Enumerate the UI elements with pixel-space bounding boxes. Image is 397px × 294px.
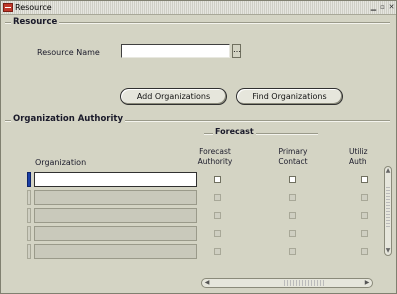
org-authority-heading: Organization Authority xyxy=(11,114,126,124)
col-header-forecast-authority: Forecast Authority xyxy=(197,147,233,166)
col-header-utilization-authority: Utiliz Auth xyxy=(349,147,368,166)
utilization-authority-checkbox[interactable] xyxy=(361,230,368,237)
resource-name-label: Resource Name xyxy=(37,48,100,57)
col-header-primary-contact: Primary Contact xyxy=(278,147,308,166)
row-indicator[interactable] xyxy=(27,226,31,241)
resource-section-divider xyxy=(5,22,390,24)
close-icon[interactable]: ✕ xyxy=(388,3,395,12)
organization-cell[interactable] xyxy=(34,208,197,223)
row-indicator[interactable] xyxy=(27,190,31,205)
primary-contact-checkbox[interactable] xyxy=(289,248,296,255)
forecast-authority-checkbox[interactable] xyxy=(214,248,221,255)
col-header-organization: Organization xyxy=(35,158,87,167)
horizontal-scrollbar[interactable]: ◀ ▶ xyxy=(201,278,373,288)
utilization-authority-checkbox[interactable] xyxy=(361,212,368,219)
utilization-authority-checkbox[interactable] xyxy=(361,176,368,183)
forecast-authority-checkbox[interactable] xyxy=(214,176,221,183)
form-content: Resource Resource Name … Add Organizatio… xyxy=(5,17,394,291)
lov-ellipsis-icon[interactable]: … xyxy=(232,44,241,58)
primary-contact-checkbox[interactable] xyxy=(289,230,296,237)
organization-cell[interactable] xyxy=(34,172,197,187)
row-indicator[interactable] xyxy=(27,208,31,223)
scroll-down-icon[interactable]: ▼ xyxy=(385,247,391,255)
primary-contact-checkbox[interactable] xyxy=(289,176,296,183)
maximize-icon[interactable]: ▫ xyxy=(379,3,386,12)
minimize-icon[interactable]: ▁ xyxy=(370,3,377,12)
resource-window: Resource ▁ ▫ ✕ Resource Resource Name … … xyxy=(0,0,397,294)
forecast-group-label: Forecast xyxy=(213,127,256,136)
title-bar[interactable]: Resource ▁ ▫ ✕ xyxy=(1,1,396,15)
horizontal-scroll-thumb[interactable] xyxy=(284,280,324,286)
scroll-up-icon[interactable]: ▲ xyxy=(385,167,391,175)
forecast-authority-checkbox[interactable] xyxy=(214,212,221,219)
vertical-scrollbar[interactable]: ▲ ▼ xyxy=(384,166,392,256)
organization-cell[interactable] xyxy=(34,244,197,259)
window-controls: ▁ ▫ ✕ xyxy=(370,3,395,12)
row-indicator[interactable] xyxy=(27,244,31,259)
window-title: Resource xyxy=(15,3,52,12)
resource-name-field[interactable] xyxy=(121,44,230,58)
find-organizations-button[interactable]: Find Organizations xyxy=(236,88,343,105)
app-icon xyxy=(3,3,13,12)
organization-cell[interactable] xyxy=(34,226,197,241)
scroll-right-icon[interactable]: ▶ xyxy=(362,279,372,287)
utilization-authority-checkbox[interactable] xyxy=(361,194,368,201)
scroll-left-icon[interactable]: ◀ xyxy=(202,279,212,287)
forecast-authority-checkbox[interactable] xyxy=(214,230,221,237)
utilization-authority-checkbox[interactable] xyxy=(361,248,368,255)
vertical-scroll-thumb[interactable] xyxy=(386,187,390,227)
add-organizations-button[interactable]: Add Organizations xyxy=(120,88,227,105)
resource-section-heading: Resource xyxy=(11,17,60,27)
primary-contact-checkbox[interactable] xyxy=(289,212,296,219)
primary-contact-checkbox[interactable] xyxy=(289,194,296,201)
row-indicator[interactable] xyxy=(27,172,31,187)
organization-cell[interactable] xyxy=(34,190,197,205)
forecast-authority-checkbox[interactable] xyxy=(214,194,221,201)
